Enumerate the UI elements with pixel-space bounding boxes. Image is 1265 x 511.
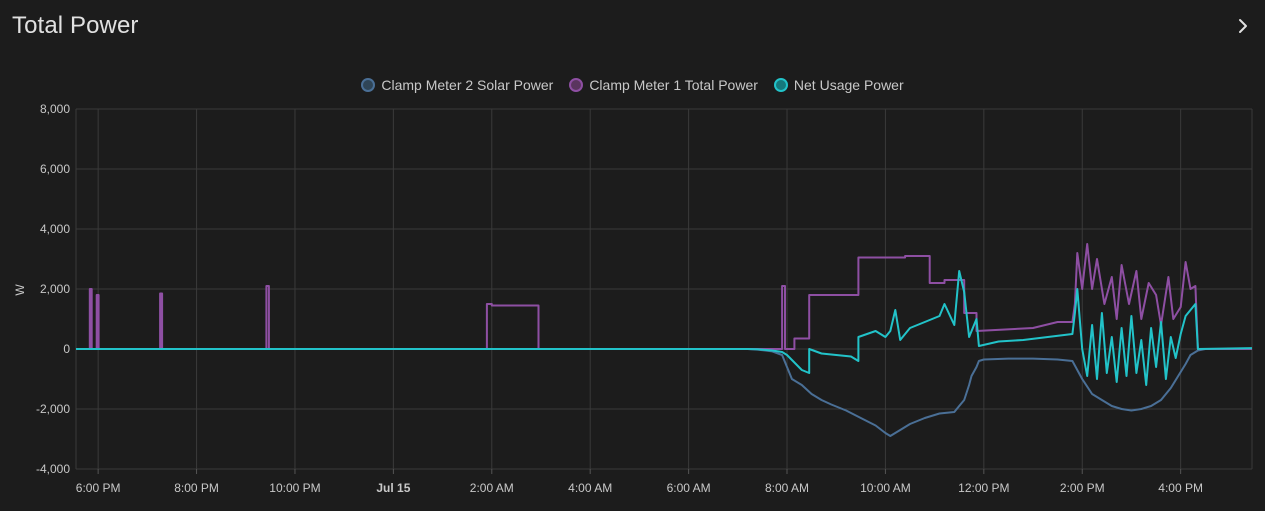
y-tick-label: 0 (63, 342, 70, 356)
series-lines (76, 243, 1253, 437)
y-tick-label: 4,000 (40, 222, 70, 236)
x-tick-label: 6:00 AM (667, 481, 711, 495)
power-line-chart[interactable]: 8,000 6,000 4,000 2,000 0 -2,000 -4,000 6:00 P… (0, 0, 1265, 511)
y-axis-label: W (13, 284, 27, 296)
history-graph-card: Total Power Clamp Meter 2 Solar Power Cl… (0, 0, 1265, 511)
x-tick-label: 8:00 PM (174, 481, 219, 495)
x-tick-label: 10:00 AM (860, 481, 911, 495)
x-tick-label: 12:00 PM (958, 481, 1009, 495)
y-tick-label: -2,000 (36, 402, 70, 416)
x-tick-label: 4:00 AM (568, 481, 612, 495)
y-tick-label: -4,000 (36, 462, 70, 476)
y-tick-label: 6,000 (40, 162, 70, 176)
x-tick-label: 8:00 AM (765, 481, 809, 495)
x-tick-label: 10:00 PM (269, 481, 320, 495)
y-tick-label: 2,000 (40, 282, 70, 296)
x-tick-label: 2:00 AM (470, 481, 514, 495)
x-tick-label: Jul 15 (376, 481, 410, 495)
series-line-0[interactable] (76, 348, 1252, 437)
y-axis-ticks: 8,000 6,000 4,000 2,000 0 -2,000 -4,000 (36, 102, 70, 476)
x-axis-ticks: 6:00 PM 8:00 PM 10:00 PM Jul 15 2:00 AM 4:00 … (76, 481, 1203, 495)
x-tick-label: 4:00 PM (1158, 481, 1203, 495)
x-tick-label: 6:00 PM (76, 481, 121, 495)
x-tick-label: 2:00 PM (1060, 481, 1105, 495)
y-tick-label: 8,000 (40, 102, 70, 116)
